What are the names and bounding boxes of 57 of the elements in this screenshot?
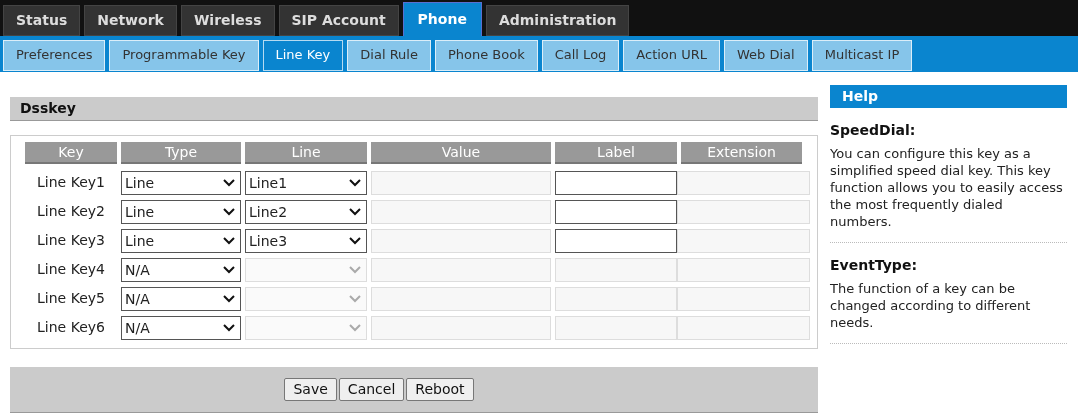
row-label: Line Key2 <box>36 202 106 221</box>
chevron-icon <box>223 294 235 303</box>
chevron-icon <box>349 207 361 216</box>
chevron-icon <box>223 236 235 245</box>
sub-tab[interactable]: Call Log <box>541 39 620 71</box>
sub-tab[interactable]: Web Dial <box>724 39 808 71</box>
chevron-icon <box>349 294 361 303</box>
nav-tab[interactable]: Wireless <box>180 5 275 36</box>
chevron-icon <box>223 207 235 216</box>
chevron-icon <box>349 236 361 245</box>
label-field[interactable] <box>555 228 677 253</box>
column-header: Line <box>245 142 367 164</box>
help-text: You can configure this key as a simplified speed dial key. This key function allows you to easily access the most frequently dialed numbers. <box>830 145 1064 230</box>
sub-tab[interactable]: Action URL <box>623 39 720 71</box>
chevron-icon <box>223 178 235 187</box>
chevron-icon <box>349 178 361 187</box>
line-dropdown[interactable]: Line2 <box>245 199 367 224</box>
label-field[interactable] <box>555 199 677 224</box>
sub-tab[interactable]: Line Key <box>262 39 344 71</box>
sub-tab[interactable]: Multicast IP <box>811 39 913 71</box>
action-button[interactable]: Reboot <box>406 378 474 401</box>
row-label: Line Key6 <box>36 318 106 337</box>
row-label: Line Key4 <box>36 260 106 279</box>
nav-tab[interactable]: Status <box>3 5 81 36</box>
column-header: Value <box>371 142 551 164</box>
action-button[interactable]: Save <box>284 378 337 401</box>
type-dropdown[interactable]: Line <box>121 228 241 253</box>
type-dropdown[interactable]: Line <box>121 170 241 195</box>
column-header: Extension <box>681 142 802 164</box>
help-heading: EventType: <box>830 256 918 275</box>
sub-tab[interactable]: Programmable Key <box>109 39 259 71</box>
nav-tab[interactable]: Administration <box>485 5 630 36</box>
section-header: Dsskey <box>10 97 818 121</box>
chevron-icon <box>349 323 361 332</box>
help-text: The function of a key can be changed according to different needs. <box>830 280 1032 331</box>
sub-tab[interactable]: Dial Rule <box>347 39 431 71</box>
type-dropdown[interactable]: Line <box>121 199 241 224</box>
nav-tab[interactable]: Phone <box>402 2 482 36</box>
chevron-icon <box>349 265 361 274</box>
column-header: Label <box>555 142 677 164</box>
sub-tab[interactable]: Phone Book <box>434 39 538 71</box>
help-header: Help <box>830 85 1067 108</box>
action-button[interactable]: Cancel <box>338 378 405 401</box>
label-field[interactable] <box>555 170 677 195</box>
chevron-icon <box>223 323 235 332</box>
nav-tab[interactable]: Network <box>84 5 177 36</box>
row-label: Line Key1 <box>36 173 106 192</box>
line-dropdown[interactable]: Line3 <box>245 228 367 253</box>
column-header: Key <box>25 142 117 164</box>
row-label: Line Key5 <box>36 289 106 308</box>
column-header: Type <box>121 142 241 164</box>
row-label: Line Key3 <box>36 231 106 250</box>
line-dropdown[interactable]: Line1 <box>245 170 367 195</box>
nav-tab[interactable]: SIP Account <box>278 5 399 36</box>
help-heading: SpeedDial: <box>830 121 917 140</box>
chevron-icon <box>223 265 235 274</box>
sub-tab[interactable]: Preferences <box>3 39 106 71</box>
